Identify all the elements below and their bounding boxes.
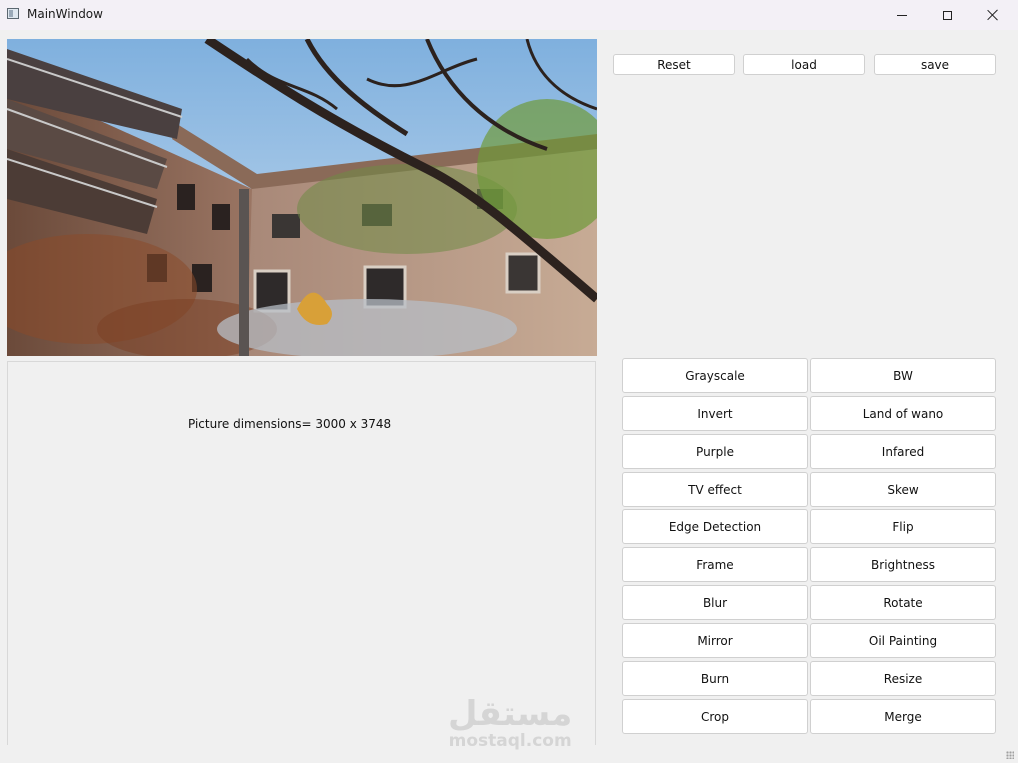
skew-button[interactable]: Skew — [810, 472, 996, 507]
minimize-button[interactable] — [879, 0, 925, 30]
watermark-logo: مستقل mostaql.com — [448, 697, 572, 750]
reset-button[interactable]: Reset — [613, 54, 735, 75]
merge-button[interactable]: Merge — [810, 699, 996, 734]
infared-button[interactable]: Infared — [810, 434, 996, 469]
resize-button[interactable]: Resize — [810, 661, 996, 696]
bw-button[interactable]: BW — [810, 358, 996, 393]
flip-button[interactable]: Flip — [810, 509, 996, 544]
resize-grip[interactable] — [1006, 751, 1014, 759]
watermark-arabic: مستقل — [448, 694, 573, 734]
minimize-icon — [897, 14, 907, 16]
maximize-button[interactable] — [924, 0, 970, 30]
info-panel: Picture dimensions= 3000 x 3748 مستقل mo… — [7, 361, 596, 750]
save-button[interactable]: save — [874, 54, 996, 75]
watermark-latin: mostaql.com — [448, 731, 572, 751]
image-preview — [7, 39, 597, 356]
invert-button[interactable]: Invert — [622, 396, 808, 431]
rotate-button[interactable]: Rotate — [810, 585, 996, 620]
burn-button[interactable]: Burn — [622, 661, 808, 696]
frame-button[interactable]: Frame — [622, 547, 808, 582]
maximize-icon — [942, 10, 952, 20]
close-icon — [987, 9, 999, 21]
title-bar: MainWindow — [0, 0, 1018, 30]
load-button[interactable]: load — [743, 54, 865, 75]
crop-button[interactable]: Crop — [622, 699, 808, 734]
window-title: MainWindow — [27, 7, 103, 21]
edge-detection-button[interactable]: Edge Detection — [622, 509, 808, 544]
close-button[interactable] — [970, 0, 1016, 30]
land-of-wano-button[interactable]: Land of wano — [810, 396, 996, 431]
blur-button[interactable]: Blur — [622, 585, 808, 620]
picture-dimensions-label: Picture dimensions= 3000 x 3748 — [188, 417, 392, 431]
purple-button[interactable]: Purple — [622, 434, 808, 469]
brightness-button[interactable]: Brightness — [810, 547, 996, 582]
tv-effect-button[interactable]: TV effect — [622, 472, 808, 507]
window-icon — [7, 8, 19, 19]
oil-painting-button[interactable]: Oil Painting — [810, 623, 996, 658]
grayscale-button[interactable]: Grayscale — [622, 358, 808, 393]
mirror-button[interactable]: Mirror — [622, 623, 808, 658]
